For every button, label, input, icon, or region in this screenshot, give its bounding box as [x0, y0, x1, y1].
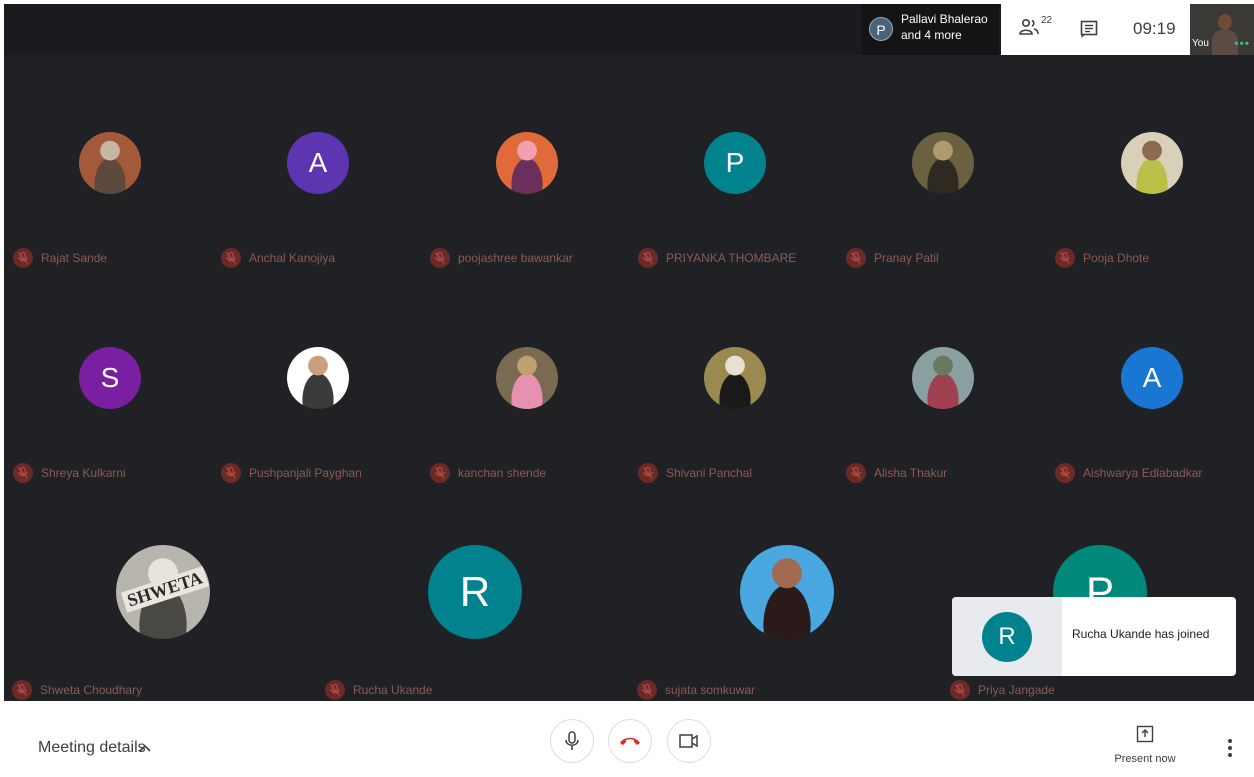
participant-avatar: S: [79, 347, 141, 409]
microphone-button[interactable]: [550, 719, 594, 763]
mic-off-icon: [950, 680, 970, 700]
participant-name-label: sujata somkuwar: [665, 683, 756, 697]
notification-avatar: R: [982, 612, 1032, 662]
present-screen-icon: [1136, 725, 1154, 743]
participant-name-label: Rajat Sande: [41, 251, 108, 265]
presenter-avatar: P: [869, 17, 893, 41]
presenter-name: Pallavi Bhalerao: [901, 12, 988, 26]
chat-icon: [1080, 20, 1098, 38]
participant-name: sujata somkuwar: [637, 680, 755, 700]
mic-off-icon: [13, 248, 33, 268]
participant-count: 22: [1041, 15, 1053, 26]
presenter-chip[interactable]: P Pallavi Bhalerao and 4 more: [862, 4, 999, 55]
mic-off-icon: [1055, 463, 1075, 483]
participant-name-label: Rucha Ukande: [353, 683, 433, 697]
participant-name-label: Pushpanjali Payghan: [249, 466, 362, 480]
camera-button[interactable]: [667, 719, 711, 763]
participant-name-label: Anchal Kanojiya: [249, 251, 336, 265]
participant-avatar: [912, 347, 974, 409]
more-options-icon[interactable]: [1222, 737, 1238, 759]
participant-name: Rajat Sande: [13, 248, 107, 268]
mic-off-icon: [325, 680, 345, 700]
participant-name-label: Shweta Choudhary: [40, 683, 143, 697]
participant-name-label: poojashree bawankar: [458, 251, 573, 265]
participant-name: Aishwarya Edlabadkar: [1055, 463, 1202, 483]
mic-off-icon: [846, 463, 866, 483]
participant-avatar: [496, 132, 558, 194]
meeting-details-button[interactable]: Meeting details: [38, 739, 146, 757]
top-controls: 22 09:19: [1001, 4, 1190, 55]
chevron-up-icon[interactable]: [138, 741, 152, 755]
participant-name: Rucha Ukande: [325, 680, 432, 700]
mic-off-icon: [846, 248, 866, 268]
present-now-button[interactable]: Present now: [1113, 725, 1177, 769]
participant-avatar: [912, 132, 974, 194]
participant-name-label: Shivani Panchal: [666, 466, 753, 480]
participant-name: Shweta Choudhary: [12, 680, 142, 700]
participant-name-label: Alisha Thakur: [874, 466, 948, 480]
chat-button[interactable]: [1079, 19, 1099, 39]
end-call-button[interactable]: [608, 719, 652, 763]
participant-name: Shreya Kulkarni: [13, 463, 126, 483]
notification-avatar-panel: R: [952, 597, 1062, 676]
participant-avatar: P: [704, 132, 766, 194]
present-now-label: Present now: [1114, 753, 1176, 765]
video-camera-icon: [679, 734, 698, 748]
presenter-more: and 4 more: [901, 28, 962, 42]
participant-name: Pranay Patil: [846, 248, 939, 268]
self-head: [1218, 14, 1232, 30]
participant-name-label: PRIYANKA THOMBARE: [666, 251, 797, 265]
participant-name: Anchal Kanojiya: [221, 248, 335, 268]
participant-name-label: Pooja Dhote: [1083, 251, 1150, 265]
mic-off-icon: [430, 248, 450, 268]
mic-off-icon: [12, 680, 32, 700]
participant-avatar: SHWETA: [116, 545, 210, 639]
participant-name: Priya Jangade: [950, 680, 1055, 700]
participant-avatar: A: [287, 132, 349, 194]
participant-name-label: Shreya Kulkarni: [41, 466, 126, 480]
bottom-bar: Meeting details Present now: [0, 701, 1254, 777]
self-view-tile[interactable]: You •••: [1190, 4, 1254, 55]
participant-avatar: [79, 132, 141, 194]
avatar-photo-text: SHWETA: [120, 566, 209, 613]
mic-off-icon: [638, 463, 658, 483]
participants-button[interactable]: 22: [1019, 15, 1053, 43]
participant-name: PRIYANKA THOMBARE: [638, 248, 796, 268]
participant-name-label: kanchan shende: [458, 466, 547, 480]
self-label: You: [1192, 38, 1209, 49]
participant-avatar: [704, 347, 766, 409]
notification-text: Rucha Ukande has joined: [1072, 627, 1210, 641]
participant-name: poojashree bawankar: [430, 248, 573, 268]
top-bar: P Pallavi Bhalerao and 4 more 22 09:19 Y…: [4, 4, 1254, 55]
mic-off-icon: [221, 248, 241, 268]
mic-off-icon: [637, 680, 657, 700]
participant-avatar: [740, 545, 834, 639]
mic-off-icon: [221, 463, 241, 483]
participant-avatar: R: [428, 545, 522, 639]
participant-avatar: [496, 347, 558, 409]
participant-avatar: [287, 347, 349, 409]
participant-name: kanchan shende: [430, 463, 546, 483]
participant-name-label: Priya Jangade: [978, 683, 1055, 697]
participant-name-label: Pranay Patil: [874, 251, 939, 265]
meeting-clock: 09:19: [1133, 19, 1176, 38]
mic-off-icon: [638, 248, 658, 268]
hang-up-icon: [620, 737, 640, 745]
mic-off-icon: [430, 463, 450, 483]
join-notification: R Rucha Ukande has joined: [952, 597, 1236, 676]
participant-avatar: A: [1121, 347, 1183, 409]
people-icon: [1019, 18, 1039, 35]
participant-name: Pushpanjali Payghan: [221, 463, 362, 483]
participant-name: Pooja Dhote: [1055, 248, 1149, 268]
participant-name: Shivani Panchal: [638, 463, 752, 483]
mic-off-icon: [1055, 248, 1075, 268]
participant-avatar: [1121, 132, 1183, 194]
self-more-icon[interactable]: •••: [1234, 36, 1250, 50]
mic-off-icon: [13, 463, 33, 483]
participant-name-label: Aishwarya Edlabadkar: [1083, 466, 1203, 480]
microphone-icon: [565, 731, 579, 750]
participant-name: Alisha Thakur: [846, 463, 947, 483]
